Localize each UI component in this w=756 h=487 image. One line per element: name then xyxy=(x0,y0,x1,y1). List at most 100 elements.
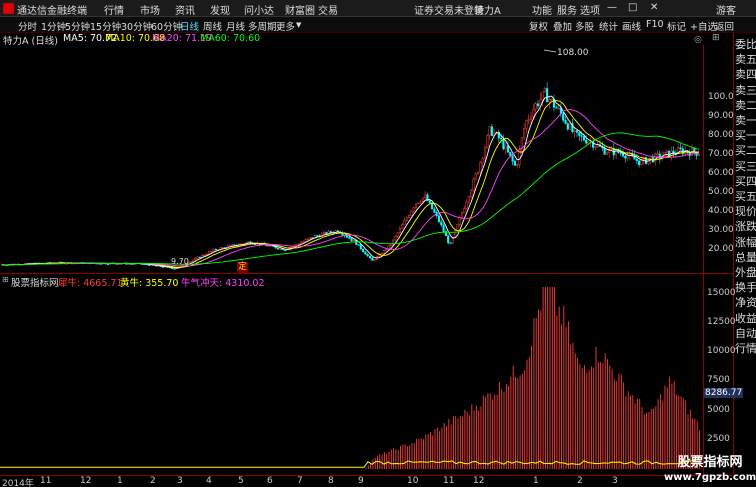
menu-services[interactable]: 服务 xyxy=(557,2,577,17)
tool-multi-stock[interactable]: 多股 xyxy=(575,19,594,33)
sidebar-item: 买五 xyxy=(735,190,756,203)
tool-statistics[interactable]: 统计 xyxy=(599,19,618,33)
candle xyxy=(527,114,530,125)
kline-chart[interactable]: 108.00 9.70 xyxy=(0,45,703,273)
period-tab-daily[interactable]: 日线 xyxy=(180,19,199,33)
date-tick-label: 8 xyxy=(328,476,334,486)
candle xyxy=(555,105,558,109)
candle xyxy=(373,258,376,261)
menu-news[interactable]: 资讯 xyxy=(175,2,195,17)
candle xyxy=(364,251,367,255)
tool-back[interactable]: 返回 xyxy=(715,19,734,33)
candle xyxy=(228,244,231,247)
menu-market[interactable]: 市场 xyxy=(140,2,160,17)
sidebar-item: 卖一 xyxy=(735,114,756,127)
period-tab-60min[interactable]: 60分钟 xyxy=(151,19,182,33)
candle xyxy=(403,217,406,225)
chart-scroll-icon[interactable]: ⊞ xyxy=(712,33,720,43)
tool-f10[interactable]: F10 xyxy=(646,19,664,30)
candle xyxy=(302,240,305,243)
price-tick-label: 60.00 xyxy=(708,167,734,178)
candle xyxy=(523,123,526,141)
menu-trade[interactable]: 交易 xyxy=(318,2,338,17)
period-tab-1min[interactable]: 1分钟 xyxy=(41,19,66,33)
candle xyxy=(552,94,556,112)
date-tick-label: 7 xyxy=(297,476,303,486)
tool-draw[interactable]: 画线 xyxy=(622,19,641,33)
candle xyxy=(546,82,549,103)
candle xyxy=(198,256,201,259)
period-tab-weekly[interactable]: 周线 xyxy=(203,19,222,33)
menu-market-quotes[interactable]: 行情 xyxy=(104,2,124,17)
candle xyxy=(299,240,303,245)
menu-wealth-circle[interactable]: 财富圈 xyxy=(285,2,315,17)
candle xyxy=(437,213,441,224)
candle xyxy=(628,148,631,161)
date-axis xyxy=(0,475,733,487)
more-arrow-icon[interactable]: ▼ xyxy=(296,21,301,29)
period-tab-15min[interactable]: 15分钟 xyxy=(90,19,121,33)
high-price-pointer xyxy=(543,49,557,53)
indicator-chart[interactable] xyxy=(0,287,703,475)
window-maximize-icon[interactable]: □ xyxy=(628,2,637,13)
candle xyxy=(371,257,374,261)
candle xyxy=(221,246,224,249)
candle xyxy=(672,146,675,158)
period-tab-5min[interactable]: 5分钟 xyxy=(65,19,90,33)
candle xyxy=(559,103,562,118)
app-logo-icon xyxy=(3,3,14,14)
period-tab-multi[interactable]: 多周期 xyxy=(248,19,277,33)
candle xyxy=(665,149,668,157)
indicator-tick-label: 5000 xyxy=(707,404,730,415)
period-tab-intraday[interactable]: 分时 xyxy=(18,19,37,33)
menu-discover[interactable]: 发现 xyxy=(210,2,230,17)
period-tab-monthly[interactable]: 月线 xyxy=(226,19,245,33)
candle xyxy=(511,153,514,166)
date-tick-label: 9 xyxy=(358,476,364,486)
candle xyxy=(534,101,537,113)
chart-settings-icon[interactable]: ◎ xyxy=(694,35,702,45)
candle xyxy=(651,154,654,163)
indicator-toggle-icon[interactable]: ⊞ xyxy=(2,275,9,284)
candle xyxy=(467,195,470,205)
date-tick-label: 11 xyxy=(443,476,455,486)
candle xyxy=(350,238,353,243)
watermark-title: 股票指标网 xyxy=(677,455,743,470)
sidebar-item: 买一 xyxy=(735,129,756,143)
ex-right-marker[interactable]: 定 xyxy=(237,262,249,273)
indicator-tick-label: 10000 xyxy=(707,346,736,356)
menu-ask-xiaoda[interactable]: 问小达 xyxy=(244,2,274,17)
guest-label[interactable]: 游客 xyxy=(716,2,736,17)
tool-add-watchlist[interactable]: +自选 xyxy=(690,19,717,33)
candle xyxy=(447,234,450,245)
candle xyxy=(433,206,436,213)
candle xyxy=(419,199,422,205)
high-price-label: 108.00 xyxy=(557,48,589,58)
window-close-icon[interactable]: ✕ xyxy=(650,2,658,13)
candle xyxy=(391,239,395,246)
tool-overlay[interactable]: 叠加 xyxy=(553,19,572,33)
menu-options[interactable]: 选项 xyxy=(580,2,600,17)
sidebar-item: 卖四 xyxy=(735,68,756,82)
date-tick-label: 12 xyxy=(473,476,485,486)
candle xyxy=(679,143,682,150)
candle xyxy=(417,202,420,205)
tool-adjust[interactable]: 复权 xyxy=(529,19,548,33)
candle xyxy=(212,248,215,252)
period-tab-30min[interactable]: 30分钟 xyxy=(121,19,152,33)
sidebar-item: 卖三 xyxy=(735,83,756,97)
period-tab-more[interactable]: 更多 xyxy=(276,19,295,33)
sidebar-item: 涨跌 xyxy=(735,220,756,234)
candle xyxy=(504,142,507,155)
sidebar-item[interactable]: 自动 xyxy=(735,325,756,341)
window-minimize-icon[interactable]: — xyxy=(607,2,617,13)
candle xyxy=(309,237,312,240)
menu-functions[interactable]: 功能 xyxy=(532,2,552,17)
stock-tag: 特力A xyxy=(474,6,501,17)
sidebar-item: 涨幅 xyxy=(735,235,756,249)
sidebar-item[interactable]: 行情 xyxy=(735,340,756,356)
candle xyxy=(516,163,519,169)
candle xyxy=(357,244,360,246)
candle xyxy=(366,253,369,257)
tool-mark[interactable]: 标记 xyxy=(667,19,686,33)
